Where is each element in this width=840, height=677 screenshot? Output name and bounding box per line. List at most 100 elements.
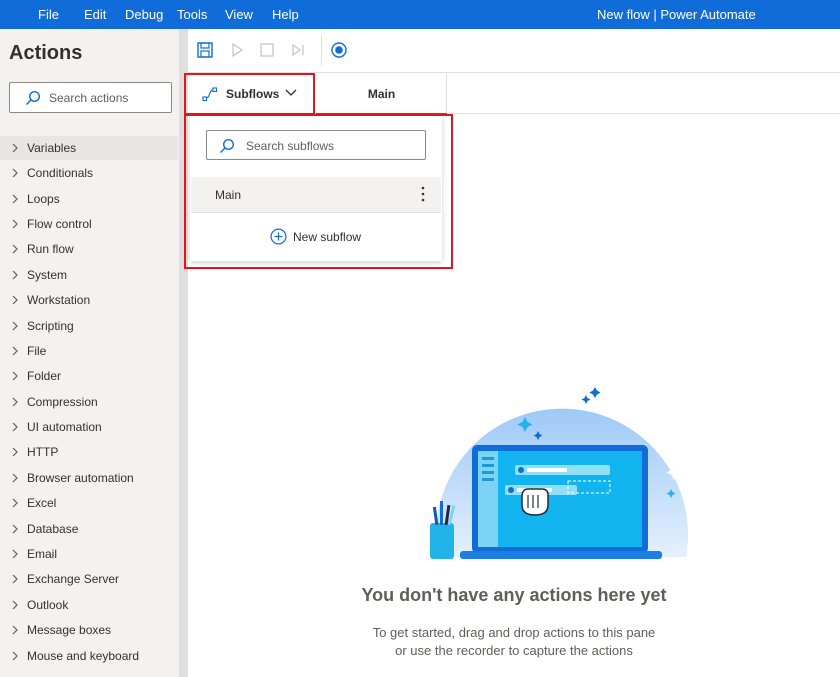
run-next-action-icon[interactable] bbox=[289, 41, 307, 59]
tab-main[interactable]: Main bbox=[316, 73, 447, 115]
search-actions-input[interactable]: Search actions bbox=[9, 82, 172, 113]
search-subflows-input[interactable]: Search subflows bbox=[206, 130, 426, 160]
category-label: Loops bbox=[27, 192, 60, 206]
new-subflow-label: New subflow bbox=[293, 230, 362, 244]
divider bbox=[191, 212, 441, 213]
menu-edit[interactable]: Edit bbox=[84, 0, 106, 29]
chevron-right-icon bbox=[12, 219, 18, 229]
category-exchange-server[interactable]: Exchange Server bbox=[0, 567, 178, 591]
category-loops[interactable]: Loops bbox=[0, 187, 178, 211]
empty-state-hint-line-2: or use the recorder to capture the actio… bbox=[395, 643, 633, 658]
category-http[interactable]: HTTP bbox=[0, 440, 178, 464]
chevron-right-icon bbox=[12, 422, 18, 432]
category-label: Browser automation bbox=[27, 471, 134, 485]
category-message-boxes[interactable]: Message boxes bbox=[0, 618, 178, 642]
stop-icon[interactable] bbox=[258, 41, 276, 59]
chevron-right-icon bbox=[12, 651, 18, 661]
category-mouse-and-keyboard[interactable]: Mouse and keyboard bbox=[0, 644, 178, 668]
category-email[interactable]: Email bbox=[0, 542, 178, 566]
category-label: Database bbox=[27, 522, 79, 536]
toolbar-divider bbox=[321, 35, 322, 65]
category-variables[interactable]: Variables bbox=[0, 136, 178, 160]
category-label: Compression bbox=[27, 395, 98, 409]
chevron-down-icon bbox=[285, 89, 297, 96]
category-ui-automation[interactable]: UI automation bbox=[0, 415, 178, 439]
search-icon bbox=[26, 90, 41, 105]
category-label: Run flow bbox=[27, 242, 74, 256]
chevron-right-icon bbox=[12, 600, 18, 610]
chevron-right-icon bbox=[12, 143, 18, 153]
category-browser-automation[interactable]: Browser automation bbox=[0, 466, 178, 490]
subflows-dropdown-button[interactable]: Subflows bbox=[188, 73, 312, 114]
actions-title: Actions bbox=[9, 42, 83, 64]
empty-state-title: You don't have any actions here yet bbox=[361, 585, 667, 605]
chevron-right-icon bbox=[12, 574, 18, 584]
chevron-right-icon bbox=[12, 473, 18, 483]
category-label: System bbox=[27, 268, 68, 282]
category-label: Flow control bbox=[27, 217, 92, 231]
chevron-right-icon bbox=[12, 194, 18, 204]
chevron-right-icon bbox=[12, 524, 18, 534]
toolbar bbox=[188, 29, 840, 73]
category-label: UI automation bbox=[27, 420, 102, 434]
chevron-right-icon bbox=[12, 498, 18, 508]
category-label: Message boxes bbox=[27, 623, 112, 637]
category-compression[interactable]: Compression bbox=[0, 390, 178, 414]
actions-pane: Actions Search actions Variables Conditi… bbox=[0, 29, 188, 677]
chevron-right-icon bbox=[12, 168, 18, 178]
flow-tabs: Subflows Main bbox=[188, 73, 840, 115]
chevron-right-icon bbox=[12, 321, 18, 331]
category-flow-control[interactable]: Flow control bbox=[0, 212, 178, 236]
save-icon[interactable] bbox=[196, 41, 214, 59]
chevron-right-icon bbox=[12, 295, 18, 305]
actions-pane-scrollbar[interactable] bbox=[179, 29, 188, 677]
run-icon[interactable] bbox=[228, 41, 246, 59]
subflows-panel: Search subflows Main New subflow bbox=[190, 114, 442, 261]
category-database[interactable]: Database bbox=[0, 517, 178, 541]
subflows-label: Subflows bbox=[226, 87, 280, 101]
menu-file[interactable]: File bbox=[38, 0, 59, 29]
category-conditionals[interactable]: Conditionals bbox=[0, 161, 178, 185]
subflow-item-main[interactable]: Main bbox=[191, 177, 441, 212]
menu-help[interactable]: Help bbox=[272, 0, 299, 29]
category-label: Workstation bbox=[27, 293, 91, 307]
chevron-right-icon bbox=[12, 244, 18, 254]
menu-tools[interactable]: Tools bbox=[177, 0, 207, 29]
subflow-item-label: Main bbox=[215, 188, 242, 202]
category-label: Outlook bbox=[27, 598, 69, 612]
category-label: Scripting bbox=[27, 319, 74, 333]
category-run-flow[interactable]: Run flow bbox=[0, 237, 178, 261]
recorder-icon[interactable] bbox=[330, 41, 348, 59]
menu-view[interactable]: View bbox=[225, 0, 253, 29]
menu-bar: File Edit Debug Tools View Help New flow… bbox=[0, 0, 840, 29]
chevron-right-icon bbox=[12, 447, 18, 457]
category-file[interactable]: File bbox=[0, 339, 178, 363]
empty-flow-illustration bbox=[430, 379, 688, 559]
category-system[interactable]: System bbox=[0, 263, 178, 287]
add-circle-icon bbox=[270, 228, 287, 245]
subflow-icon bbox=[202, 87, 218, 102]
more-options-icon[interactable] bbox=[421, 186, 425, 202]
category-workstation[interactable]: Workstation bbox=[0, 288, 178, 312]
chevron-right-icon bbox=[12, 625, 18, 635]
category-label: Exchange Server bbox=[27, 572, 120, 586]
menu-debug[interactable]: Debug bbox=[125, 0, 163, 29]
empty-state-hint-line-1: To get started, drag and drop actions to… bbox=[372, 625, 656, 640]
category-label: Excel bbox=[27, 496, 57, 510]
category-label: HTTP bbox=[27, 445, 59, 459]
category-outlook[interactable]: Outlook bbox=[0, 593, 178, 617]
category-label: Mouse and keyboard bbox=[27, 649, 140, 663]
category-scripting[interactable]: Scripting bbox=[0, 314, 178, 338]
chevron-right-icon bbox=[12, 270, 18, 280]
category-label: Folder bbox=[27, 369, 62, 383]
window-title: New flow | Power Automate bbox=[597, 7, 756, 22]
chevron-right-icon bbox=[12, 549, 18, 559]
category-excel[interactable]: Excel bbox=[0, 491, 178, 515]
category-label: Conditionals bbox=[27, 166, 94, 180]
search-subflows-placeholder: Search subflows bbox=[246, 139, 335, 153]
category-label: Email bbox=[27, 547, 58, 561]
category-folder[interactable]: Folder bbox=[0, 364, 178, 388]
search-icon bbox=[220, 138, 235, 153]
chevron-right-icon bbox=[12, 346, 18, 356]
tab-main-label: Main bbox=[367, 87, 396, 101]
